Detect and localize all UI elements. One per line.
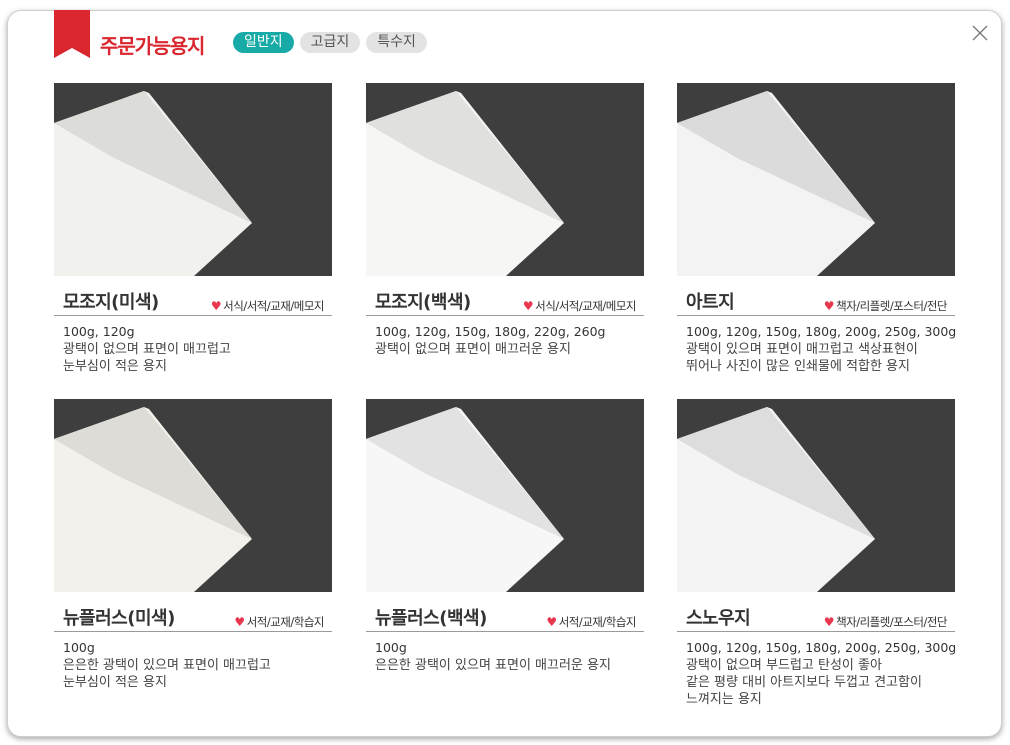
paper-sample-image — [54, 399, 332, 592]
paper-name: 뉴플러스(백색) — [375, 608, 487, 629]
paper-description: 광택이 있으며 표면이 매끄럽고 색상표현이 뛰어나 사진이 많은 인쇄물에 적… — [686, 342, 918, 374]
paper-card[interactable]: 모조지(백색) ♥ 서식/서적/교재/메모지 100g, 120g, 150g, … — [366, 83, 644, 358]
paper-sample-image — [677, 83, 955, 276]
paper-usage: ♥ 서식/서적/교재/메모지 — [522, 299, 637, 313]
paper-description: 은은한 광택이 있으며 표면이 매끄럽고 눈부심이 적은 용지 — [63, 658, 271, 690]
paper-sample-image — [366, 399, 644, 592]
paper-card[interactable]: 뉴플러스(미색) ♥ 서적/교재/학습지 100g 은은한 광택이 있으며 표면이… — [54, 399, 332, 691]
paper-description: 광택이 없으며 표면이 매끄럽고 눈부심이 적은 용지 — [63, 342, 231, 374]
paper-category-tabs: 일반지 고급지 특수지 — [233, 32, 427, 53]
paper-card-header: 모조지(백색) ♥ 서식/서적/교재/메모지 — [366, 276, 644, 316]
heart-icon: ♥ — [823, 299, 835, 313]
paper-weights: 100g, 120g, 150g, 180g, 200g, 250g, 300g — [686, 640, 957, 655]
paper-card-header: 모조지(미색) ♥ 서식/서적/교재/메모지 — [54, 276, 332, 316]
paper-usage: ♥ 책자/리플렛/포스터/전단 — [823, 299, 948, 313]
heart-icon: ♥ — [234, 615, 245, 629]
paper-description: 은은한 광택이 있으며 표면이 매끄러운 용지 — [375, 658, 611, 673]
paper-card[interactable]: 스노우지 ♥ 책자/리플렛/포스터/전단 100g, 120g, 150g, 18… — [677, 399, 957, 708]
paper-name: 뉴플러스(미색) — [63, 608, 175, 629]
paper-name: 모조지(백색) — [375, 292, 471, 313]
paper-card-header: 뉴플러스(미색) ♥ 서적/교재/학습지 — [54, 592, 332, 632]
heart-icon: ♥ — [823, 615, 835, 629]
paper-name: 아트지 — [686, 292, 735, 313]
paper-name: 모조지(미색) — [63, 292, 159, 313]
paper-description: 광택이 없으며 표면이 매끄러운 용지 — [375, 342, 571, 357]
paper-usage: ♥ 책자/리플렛/포스터/전단 — [823, 615, 948, 629]
paper-card-header: 뉴플러스(백색) ♥ 서적/교재/학습지 — [366, 592, 644, 632]
paper-description: 광택이 없으며 부드럽고 탄성이 좋아 같은 평량 대비 아트지보다 두껍고 견… — [686, 658, 922, 707]
paper-weights: 100g — [63, 640, 95, 655]
paper-card-header: 스노우지 ♥ 책자/리플렛/포스터/전단 — [677, 592, 955, 632]
paper-name: 스노우지 — [686, 608, 751, 629]
paper-usage: ♥ 서식/서적/교재/메모지 — [210, 299, 325, 313]
paper-card[interactable]: 모조지(미색) ♥ 서식/서적/교재/메모지 100g, 120g 광택이 없으며… — [54, 83, 332, 375]
paper-sample-image — [366, 83, 644, 276]
paper-usage: ♥ 서적/교재/학습지 — [546, 615, 636, 629]
heart-icon: ♥ — [522, 299, 534, 313]
paper-card[interactable]: 뉴플러스(백색) ♥ 서적/교재/학습지 100g 은은한 광택이 있으며 표면이… — [366, 399, 644, 674]
close-icon[interactable] — [971, 24, 989, 42]
paper-weights: 100g, 120g, 150g, 180g, 220g, 260g — [375, 324, 606, 339]
paper-weights: 100g, 120g — [63, 324, 135, 339]
heart-icon: ♥ — [546, 615, 557, 629]
paper-usage: ♥ 서적/교재/학습지 — [234, 615, 324, 629]
paper-weights: 100g — [375, 640, 407, 655]
paper-sample-image — [54, 83, 332, 276]
paper-weights: 100g, 120g, 150g, 180g, 200g, 250g, 300g — [686, 324, 957, 339]
dialog-title: 주문가능용지 — [100, 34, 205, 58]
tab-general[interactable]: 일반지 — [233, 32, 294, 53]
paper-sample-image — [677, 399, 955, 592]
tab-premium[interactable]: 고급지 — [299, 32, 361, 53]
bookmark-icon — [54, 10, 90, 58]
tab-special[interactable]: 특수지 — [366, 32, 427, 53]
paper-card[interactable]: 아트지 ♥ 책자/리플렛/포스터/전단 100g, 120g, 150g, 180… — [677, 83, 957, 375]
heart-icon: ♥ — [210, 299, 222, 313]
paper-card-header: 아트지 ♥ 책자/리플렛/포스터/전단 — [677, 276, 955, 316]
